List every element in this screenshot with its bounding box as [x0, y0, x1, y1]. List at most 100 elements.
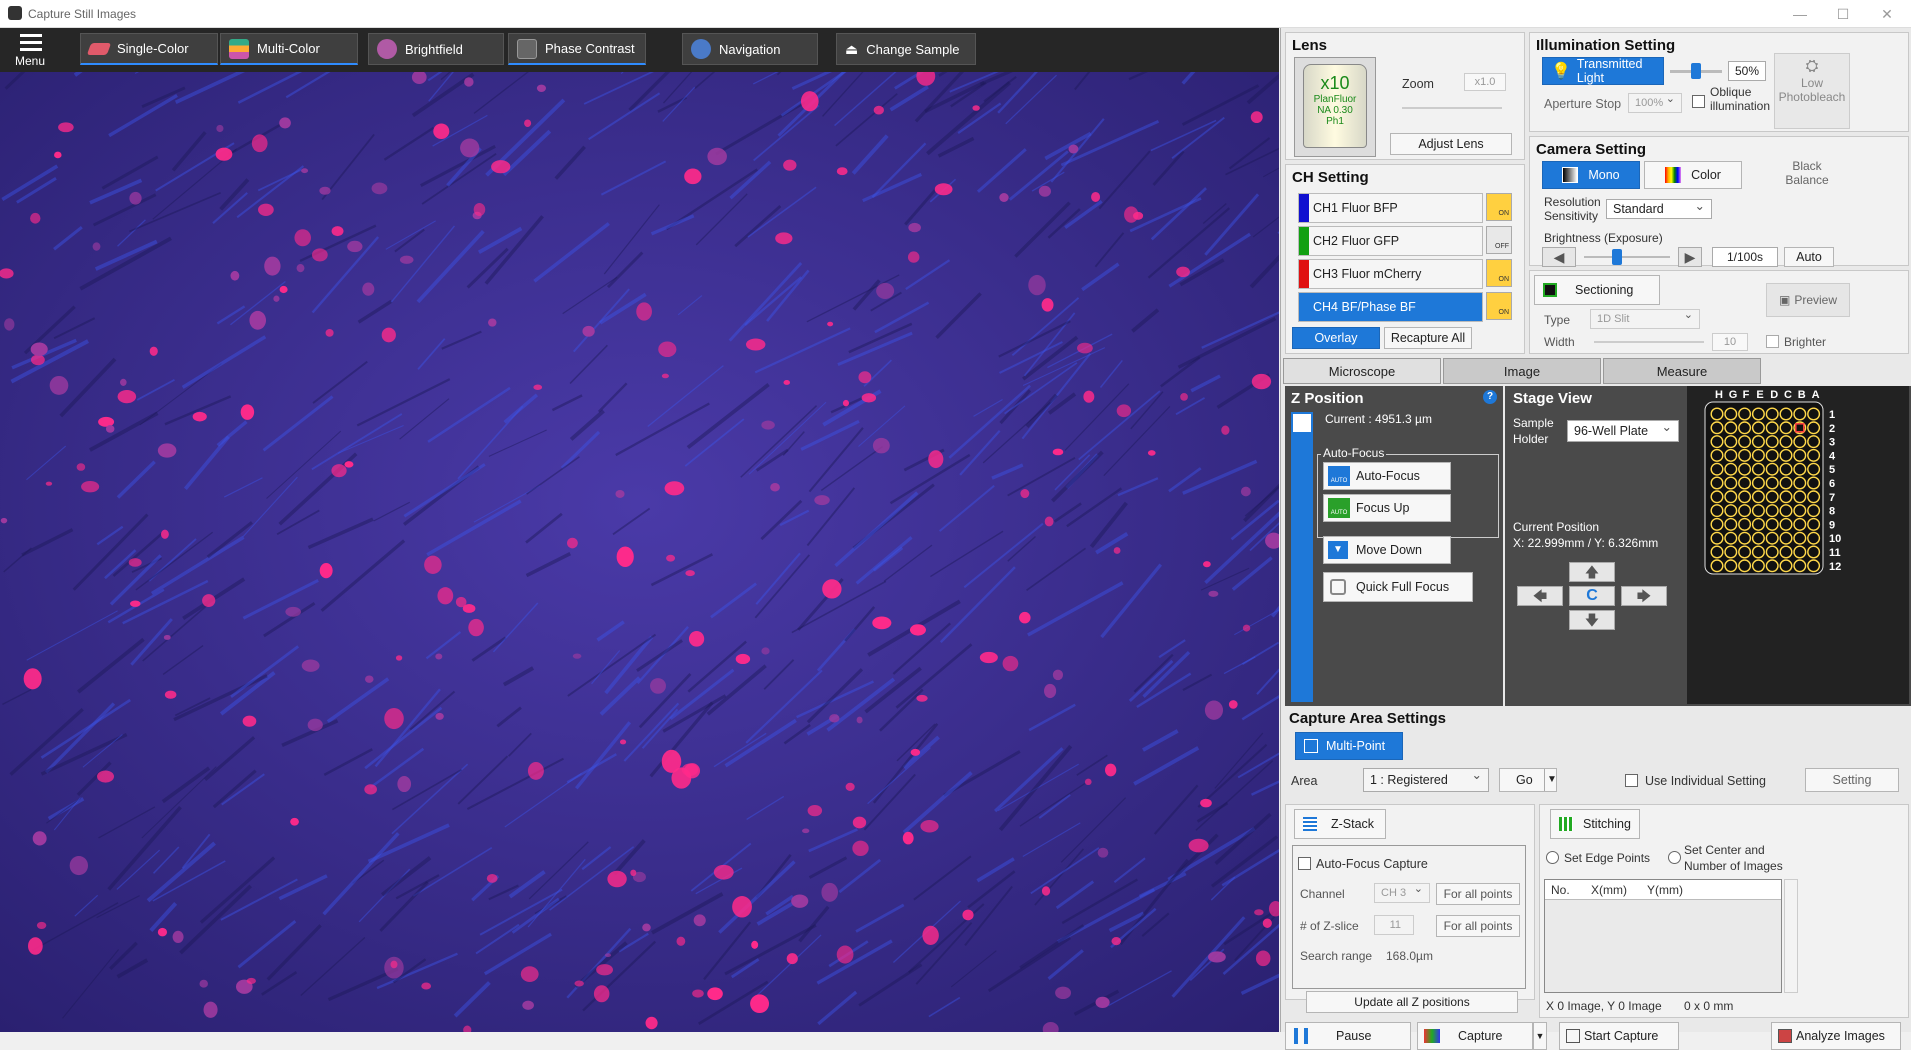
nucleus: [856, 716, 863, 724]
brightness-slider[interactable]: [1584, 249, 1670, 265]
brightness-decrease-button[interactable]: ◀: [1542, 247, 1576, 267]
illumination-percent[interactable]: 50%: [1728, 61, 1766, 81]
help-icon[interactable]: ?: [1483, 390, 1497, 404]
single-color-button[interactable]: Single-Color: [80, 33, 218, 65]
setting-button[interactable]: Setting: [1805, 768, 1899, 792]
go-label: Go: [1516, 773, 1533, 787]
sectioning-button[interactable]: Sectioning: [1534, 275, 1660, 305]
channel-toggle-icon[interactable]: ON: [1486, 193, 1512, 221]
focus-up-button[interactable]: AUTO Focus Up: [1323, 494, 1451, 522]
nucleus: [676, 936, 686, 946]
quick-full-focus-button[interactable]: Quick Full Focus: [1323, 572, 1473, 602]
channel-toggle-icon[interactable]: OFF: [1486, 226, 1512, 254]
nucleus: [117, 389, 137, 404]
tab-image[interactable]: Image: [1443, 358, 1601, 384]
go-button[interactable]: Go ▼: [1499, 768, 1557, 792]
center-number-radio[interactable]: [1668, 851, 1681, 864]
points-table-scrollbar[interactable]: [1784, 879, 1798, 993]
black-balance-button[interactable]: Black Balance: [1764, 159, 1850, 199]
change-sample-button[interactable]: ⏏ Change Sample: [836, 33, 976, 65]
exposure-value[interactable]: 1/100s: [1712, 247, 1778, 267]
maximize-icon[interactable]: ☐: [1828, 4, 1858, 24]
for-all-points-zslice-button[interactable]: For all points: [1436, 915, 1520, 937]
z-current: Current : 4951.3 µm: [1325, 412, 1432, 426]
channel-button-4[interactable]: CH4 BF/Phase BF: [1298, 292, 1483, 322]
brightfield-button[interactable]: Brightfield: [368, 33, 504, 65]
oblique-checkbox[interactable]: [1692, 95, 1705, 108]
nucleus: [661, 373, 669, 379]
channel-button-1[interactable]: CH1 Fluor BFP: [1298, 193, 1483, 223]
nucleus: [23, 668, 42, 690]
autofocus-button[interactable]: AUTO Auto-Focus: [1323, 462, 1451, 490]
preview-button[interactable]: ▣ Preview: [1766, 283, 1850, 317]
stage-up-button[interactable]: 🡅: [1569, 562, 1615, 582]
z-stack-button[interactable]: Z-Stack: [1294, 809, 1386, 839]
minimize-icon[interactable]: —: [1785, 4, 1815, 24]
capture-button[interactable]: Capture: [1417, 1022, 1533, 1050]
move-down-button[interactable]: ▼ Move Down: [1323, 536, 1451, 564]
lens-ph: Ph1: [1326, 116, 1344, 127]
brighter-checkbox[interactable]: [1766, 335, 1779, 348]
brightness-slider-thumb[interactable]: [1612, 249, 1622, 265]
well-plate-map[interactable]: H G F E D C B A 1 2 3 4 5 6 7 8 9 10 11 12: [1687, 386, 1909, 704]
stage-right-button[interactable]: 🡆: [1621, 586, 1667, 606]
area-select[interactable]: 1 : Registered: [1363, 767, 1489, 792]
menu-button[interactable]: Menu: [0, 28, 60, 72]
start-capture-button[interactable]: Start Capture: [1559, 1022, 1679, 1050]
illumination-slider[interactable]: [1670, 63, 1722, 79]
stitching-button[interactable]: Stitching: [1550, 809, 1640, 839]
aperture-select[interactable]: 100%: [1628, 92, 1682, 113]
analyze-images-button[interactable]: Analyze Images: [1771, 1022, 1901, 1050]
illumination-slider-thumb[interactable]: [1691, 63, 1701, 79]
update-z-positions-button[interactable]: Update all Z positions: [1306, 991, 1518, 1013]
capture-dropdown-icon[interactable]: ▼: [1533, 1022, 1547, 1050]
nucleus: [216, 124, 224, 133]
stage-center-button[interactable]: C: [1569, 586, 1615, 606]
pause-button[interactable]: Pause: [1285, 1022, 1411, 1050]
z-bar[interactable]: [1291, 412, 1313, 702]
close-icon[interactable]: ✕: [1872, 4, 1902, 24]
resolution-select[interactable]: Standard: [1606, 198, 1712, 219]
go-dropdown-icon[interactable]: ▼: [1544, 769, 1557, 791]
for-all-points-channel-button[interactable]: For all points: [1436, 883, 1520, 905]
multi-color-button[interactable]: Multi-Color: [220, 33, 358, 65]
nucleus: [681, 763, 699, 776]
zslice-value[interactable]: 11: [1374, 915, 1414, 935]
recapture-all-button[interactable]: Recapture All: [1384, 327, 1472, 349]
stage-down-button[interactable]: 🡇: [1569, 610, 1615, 630]
nucleus: [1250, 111, 1263, 124]
points-table[interactable]: No. X(mm) Y(mm): [1544, 879, 1782, 993]
tab-microscope[interactable]: Microscope: [1283, 358, 1441, 384]
exposure-auto-button[interactable]: Auto: [1784, 247, 1834, 267]
navigation-button[interactable]: Navigation: [682, 33, 818, 65]
lens-card[interactable]: x10 PlanFluor NA 0.30 Ph1: [1294, 57, 1376, 157]
tab-measure[interactable]: Measure: [1603, 358, 1761, 384]
edge-points-radio[interactable]: [1546, 851, 1559, 864]
nucleus: [1228, 700, 1238, 709]
width-value[interactable]: 10: [1712, 333, 1748, 351]
low-photobleach-button[interactable]: ⛭ Low Photobleach: [1774, 53, 1850, 129]
microscope-image-viewer[interactable]: [0, 72, 1279, 1032]
channel-button-3[interactable]: CH3 Fluor mCherry: [1298, 259, 1483, 289]
multi-point-button[interactable]: Multi-Point: [1295, 732, 1403, 760]
use-individual-checkbox[interactable]: [1625, 774, 1638, 787]
stage-left-button[interactable]: 🡄: [1517, 586, 1563, 606]
nucleus: [0, 517, 8, 524]
mono-button[interactable]: Mono: [1542, 161, 1640, 189]
color-button[interactable]: Color: [1644, 161, 1742, 189]
overlay-button[interactable]: Overlay: [1292, 327, 1380, 349]
nucleus: [32, 831, 47, 846]
zoom-slider[interactable]: [1402, 107, 1502, 109]
type-select[interactable]: 1D Slit: [1590, 308, 1700, 329]
channel-toggle-icon[interactable]: ON: [1486, 259, 1512, 287]
adjust-lens-button[interactable]: Adjust Lens: [1390, 133, 1512, 155]
channel-button-2[interactable]: CH2 Fluor GFP: [1298, 226, 1483, 256]
width-slider[interactable]: [1594, 341, 1704, 343]
channel-select[interactable]: CH 3: [1374, 882, 1430, 903]
phase-contrast-button[interactable]: Phase Contrast: [508, 33, 646, 65]
sample-holder-select[interactable]: 96-Well Plate: [1567, 419, 1679, 442]
af-capture-checkbox[interactable]: [1298, 857, 1311, 870]
transmitted-light-button[interactable]: 💡 Transmitted Light: [1542, 57, 1664, 85]
brightness-increase-button[interactable]: ▶: [1678, 247, 1702, 267]
channel-toggle-icon[interactable]: ON: [1486, 292, 1512, 320]
